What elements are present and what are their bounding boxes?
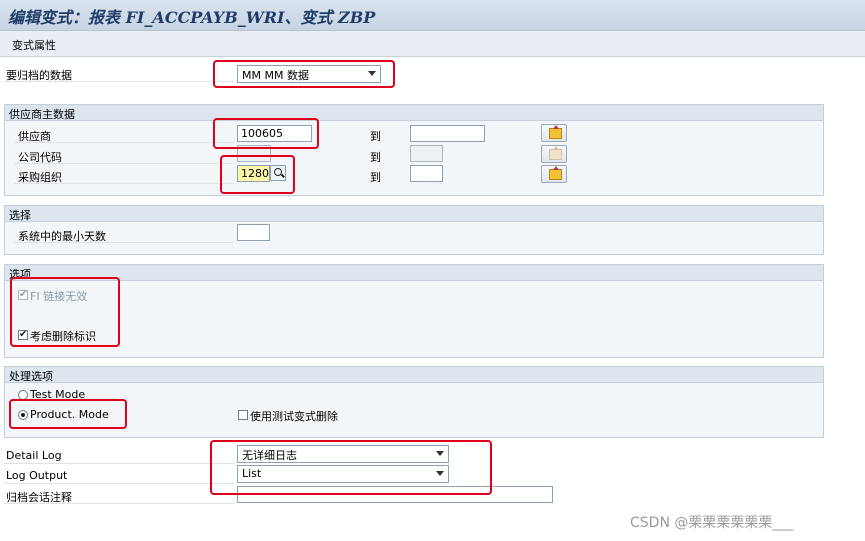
window-title: 编辑变式：报表 FI_ACCPAYB_WRI、变式 ZBP — [8, 8, 376, 27]
multiple-selection-icon — [549, 166, 562, 180]
product-mode-radio[interactable] — [18, 410, 28, 420]
detail-log-value: 无详细日志 — [242, 449, 297, 462]
product-mode-label: Product. Mode — [30, 408, 109, 421]
multiple-selection-icon — [549, 146, 562, 160]
divider — [4, 503, 234, 504]
purchasing-org-from-input[interactable]: 1280 — [237, 165, 270, 182]
deletion-flag-checkbox[interactable]: ✔ — [18, 330, 28, 340]
divider — [14, 142, 234, 143]
divider — [4, 463, 234, 464]
multiple-selection-button[interactable] — [541, 124, 567, 142]
variant-attributes-button[interactable]: 变式属性 — [12, 37, 56, 53]
section-header: 处理选项 — [5, 367, 823, 383]
company-code-to-label: 到 — [370, 151, 381, 164]
options-section: 选项 — [4, 264, 824, 358]
section-header: 选择 — [5, 206, 823, 222]
vendor-to-label: 到 — [370, 130, 381, 143]
archive-data-value: MM MM 数据 — [242, 69, 309, 82]
toolbar: 变式属性 — [0, 31, 865, 57]
section-header: 选项 — [5, 265, 823, 281]
test-variant-label: 使用测试变式删除 — [250, 410, 338, 423]
watermark: CSDN @栗栗栗栗栗栗___ — [630, 515, 794, 531]
test-mode-radio[interactable] — [18, 390, 28, 400]
section-header: 供应商主数据 — [5, 105, 823, 121]
test-variant-checkbox[interactable] — [238, 410, 248, 420]
multiple-selection-icon — [549, 125, 562, 139]
processing-section-title: 处理选项 — [9, 370, 53, 383]
options-section-title: 选项 — [9, 268, 31, 281]
chevron-down-icon[interactable] — [436, 451, 444, 456]
company-code-from-input[interactable] — [237, 145, 271, 162]
divider — [14, 242, 234, 243]
fi-link-label: FI 链接无效 — [30, 290, 88, 303]
search-icon — [274, 168, 282, 176]
multiple-selection-button[interactable] — [541, 145, 567, 163]
test-mode-label: Test Mode — [30, 388, 86, 401]
detail-log-label: Detail Log — [6, 449, 62, 462]
company-code-to-input[interactable] — [410, 145, 443, 162]
vendor-to-input[interactable] — [410, 125, 485, 142]
value-help-button[interactable] — [270, 165, 286, 181]
processing-options-section: 处理选项 — [4, 366, 824, 438]
log-output-select[interactable]: List — [237, 465, 449, 483]
multiple-selection-button[interactable] — [541, 165, 567, 183]
divider — [4, 81, 234, 82]
selection-section: 选择 — [4, 205, 824, 255]
vendor-from-input[interactable]: 100605 — [237, 125, 312, 142]
chevron-down-icon[interactable] — [368, 71, 376, 76]
min-days-input[interactable] — [237, 224, 270, 241]
chevron-down-icon[interactable] — [436, 471, 444, 476]
archive-data-select[interactable]: MM MM 数据 — [237, 65, 381, 83]
log-output-value: List — [242, 467, 262, 480]
detail-log-select[interactable]: 无详细日志 — [237, 445, 449, 463]
deletion-flag-label: 考虑删除标识 — [30, 330, 96, 343]
session-note-input[interactable] — [237, 486, 553, 503]
title-bar: 编辑变式：报表 FI_ACCPAYB_WRI、变式 ZBP — [0, 0, 865, 31]
selection-section-title: 选择 — [9, 209, 31, 222]
vendor-section-title: 供应商主数据 — [9, 108, 75, 121]
purchasing-org-to-label: 到 — [370, 171, 381, 184]
divider — [4, 483, 234, 484]
divider — [14, 183, 234, 184]
purchasing-org-to-input[interactable] — [410, 165, 443, 182]
fi-link-checkbox[interactable]: ✔ — [18, 290, 28, 300]
log-output-label: Log Output — [6, 469, 68, 482]
divider — [14, 163, 234, 164]
